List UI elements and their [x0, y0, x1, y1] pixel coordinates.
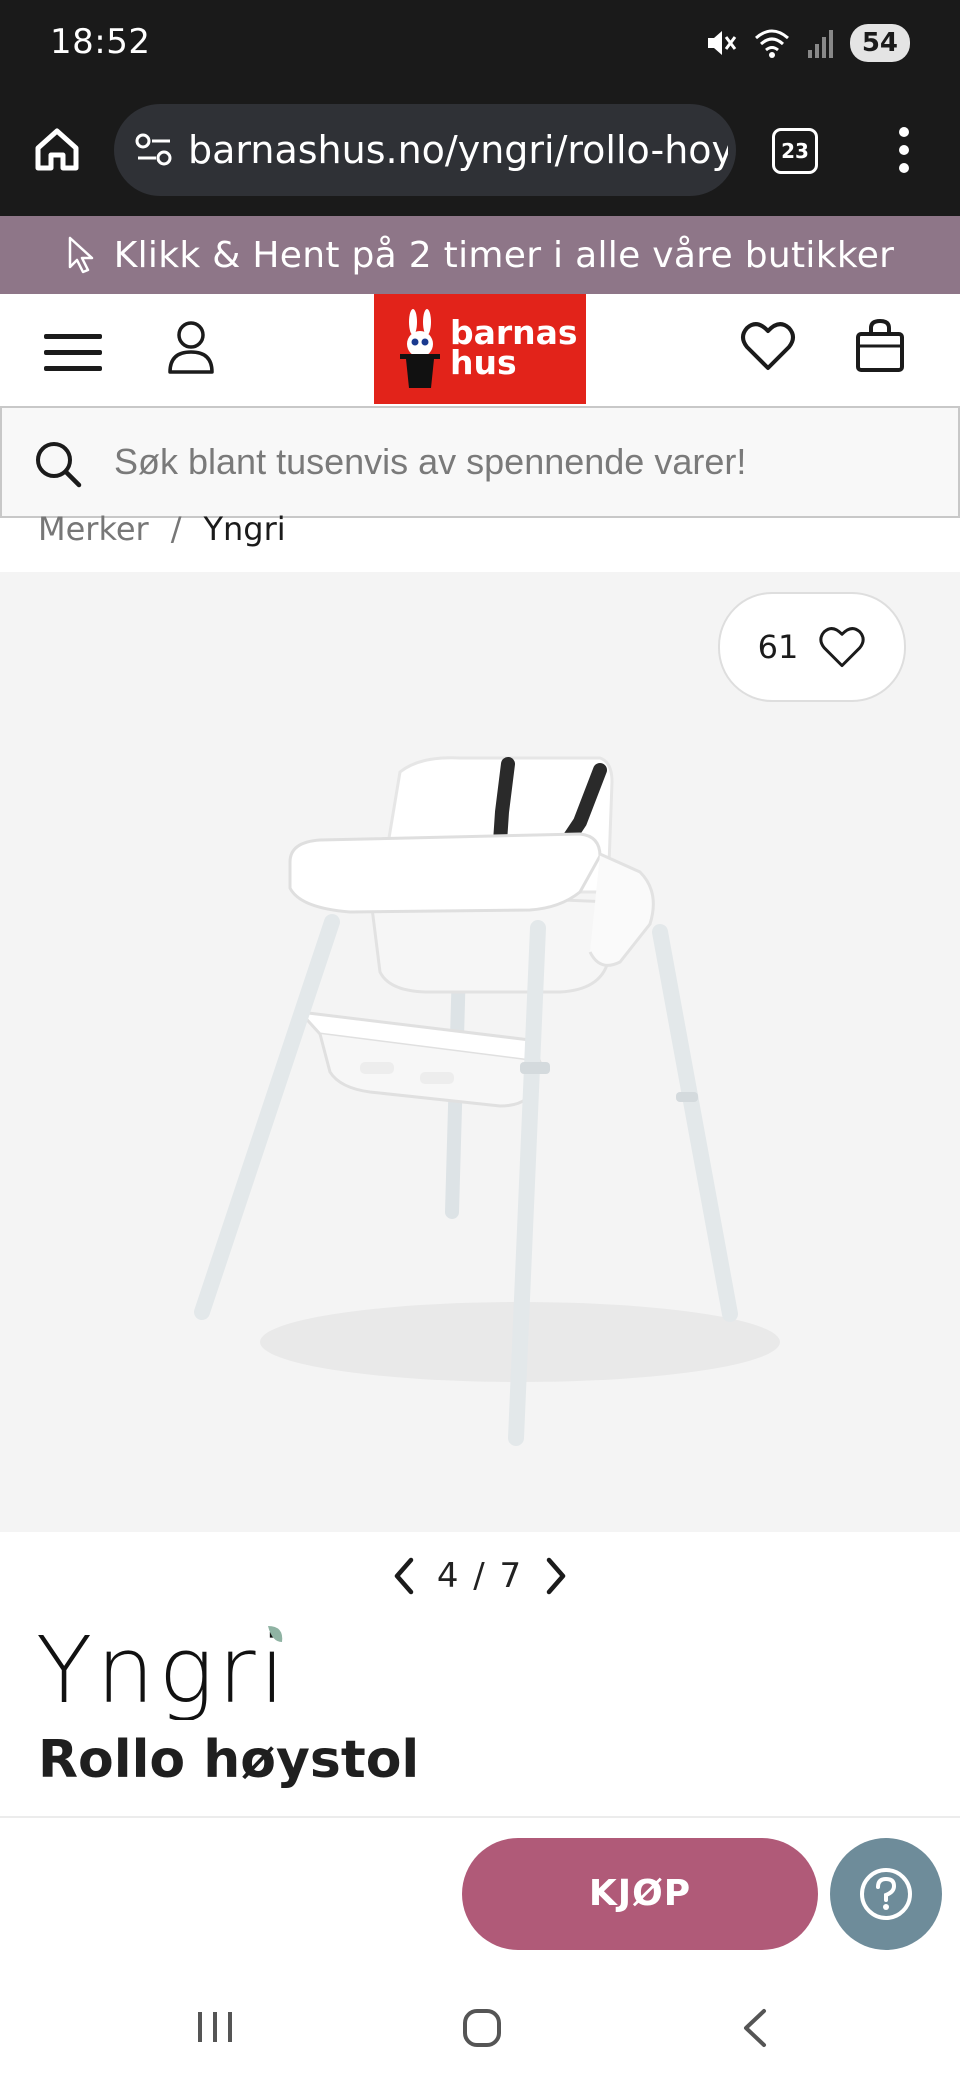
site-logo[interactable]: barnas hus: [374, 294, 586, 404]
brand-logo[interactable]: Yngri: [36, 1620, 296, 1720]
battery-icon: 54: [849, 24, 910, 62]
account-icon[interactable]: [166, 318, 216, 376]
pager-position: 4 / 7: [436, 1556, 524, 1596]
browser-toolbar: barnashus.no/yngri/rollo-hoystol 23: [0, 88, 960, 216]
url-text: barnashus.no/yngri/rollo-hoystol: [188, 128, 728, 172]
site-settings-icon[interactable]: [134, 132, 174, 168]
logo-text-line2: hus: [450, 343, 517, 382]
heart-icon: [819, 627, 865, 668]
next-image-button[interactable]: [543, 1556, 569, 1596]
buy-button[interactable]: KJØP: [462, 1838, 818, 1950]
cart-icon[interactable]: [854, 318, 906, 374]
cursor-icon: [66, 235, 96, 275]
search-input[interactable]: [112, 428, 936, 496]
home-nav-icon[interactable]: [462, 2008, 502, 2048]
home-icon: [35, 128, 79, 171]
status-time: 18:52: [50, 22, 151, 62]
help-button[interactable]: [830, 1838, 942, 1950]
promo-text: Klikk & Hent på 2 timer i alle våre buti…: [113, 234, 895, 276]
system-navigation-bar: [0, 1970, 960, 2080]
help-icon: [860, 1868, 912, 1920]
search-bar: [0, 406, 960, 518]
wishlist-icon[interactable]: [740, 320, 796, 372]
breadcrumb: Merker / Yngri: [38, 510, 286, 548]
product-title: Rollo høystol: [38, 1730, 420, 1790]
site-header: barnas hus: [0, 294, 960, 404]
gallery-pager: 4 / 7: [0, 1556, 960, 1596]
chevron-right-icon: [546, 1557, 566, 1595]
hamburger-icon[interactable]: [42, 330, 104, 374]
rabbit-hat-icon: [396, 308, 444, 392]
search-icon[interactable]: [34, 440, 82, 488]
status-icons: 54: [704, 24, 910, 62]
brand-name: Yngri: [36, 1620, 289, 1720]
back-icon[interactable]: [740, 2008, 770, 2048]
address-bar[interactable]: barnashus.no/yngri/rollo-hoystol: [114, 104, 736, 196]
prev-image-button[interactable]: [391, 1556, 417, 1596]
status-bar: 18:52 54: [0, 0, 960, 88]
home-button[interactable]: [30, 122, 84, 176]
wifi-icon: [752, 26, 792, 60]
promo-banner[interactable]: Klikk & Hent på 2 timer i alle våre buti…: [0, 216, 960, 294]
recents-icon[interactable]: [196, 2010, 236, 2044]
divider: [0, 1816, 960, 1818]
chevron-left-icon: [394, 1557, 414, 1595]
like-button[interactable]: 61: [718, 592, 906, 702]
mute-icon: [704, 26, 738, 60]
menu-dots-icon[interactable]: [888, 124, 920, 176]
tab-switcher-button[interactable]: 23: [772, 128, 818, 174]
product-image: [194, 756, 780, 1446]
breadcrumb-separator: /: [170, 510, 182, 548]
breadcrumb-merker[interactable]: Merker: [38, 510, 149, 548]
product-gallery[interactable]: 61: [0, 572, 960, 1532]
signal-icon: [806, 26, 836, 60]
like-count: 61: [757, 628, 799, 666]
breadcrumb-yngri[interactable]: Yngri: [203, 510, 285, 548]
